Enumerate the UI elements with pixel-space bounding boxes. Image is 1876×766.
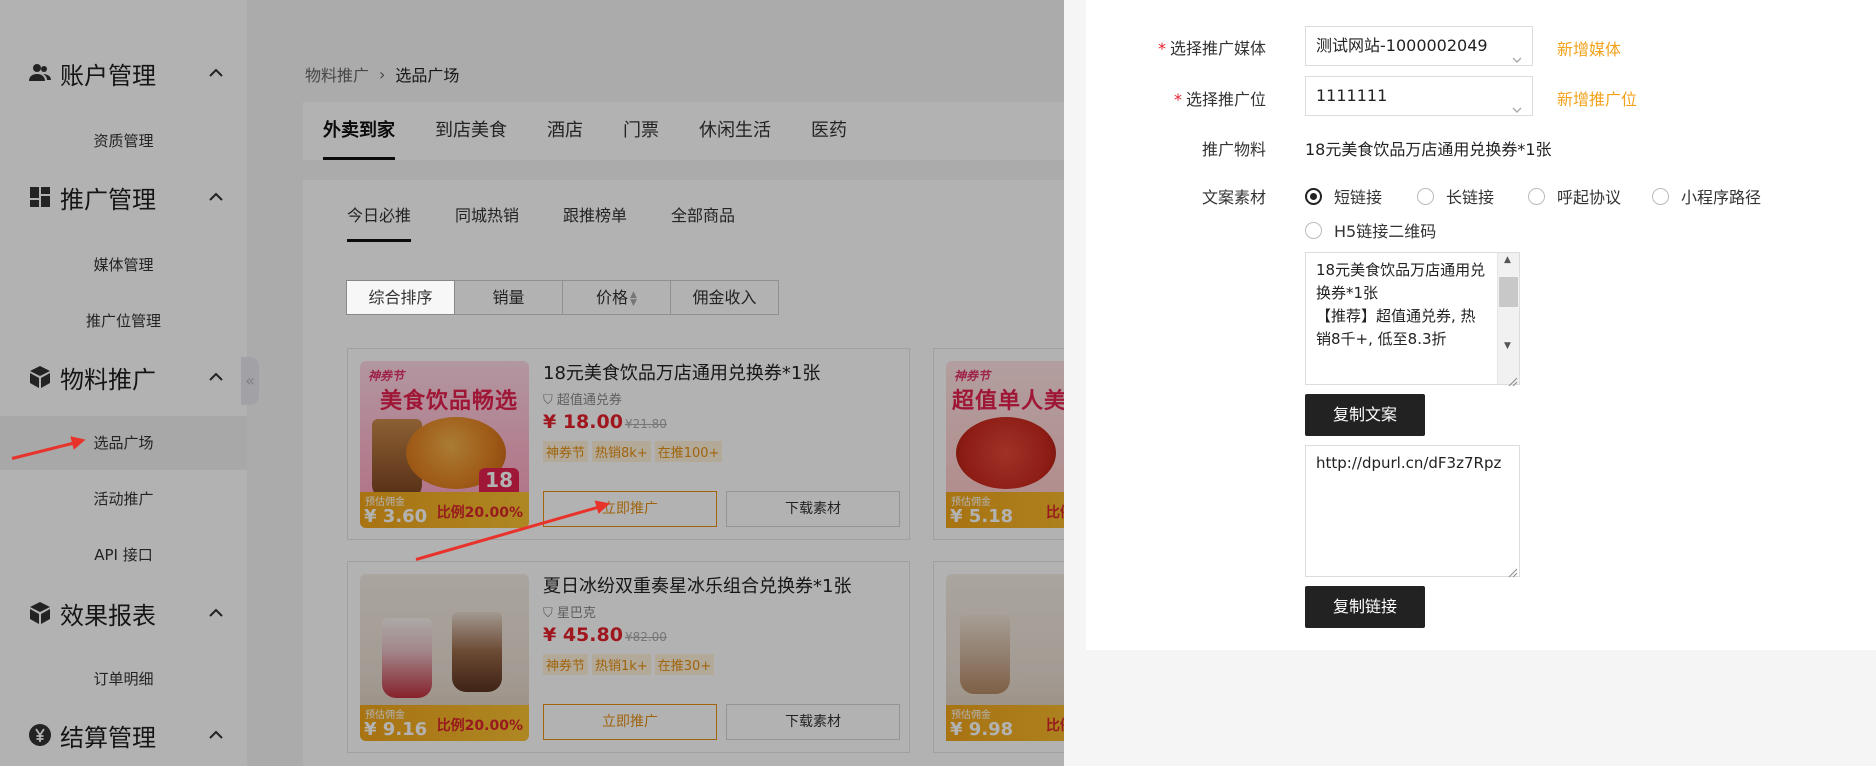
scroll-up-icon[interactable]: ▲ — [1504, 255, 1511, 265]
radio-miniprogram-path[interactable]: 小程序路径 — [1652, 184, 1761, 208]
material-label: 推广物料 — [1201, 140, 1266, 159]
radio-dot — [1305, 187, 1322, 205]
radio-h5-qrcode[interactable]: H5链接二维码 — [1305, 218, 1436, 242]
copy-link-button[interactable]: 复制链接 — [1305, 586, 1425, 628]
resize-handle-icon[interactable] — [1508, 372, 1518, 387]
promotion-form: * 选择推广媒体 测试网站-1000002049 新增媒体 * 选择推广位 1111… — [1086, 0, 1876, 650]
promotion-drawer: * 选择推广媒体 测试网站-1000002049 新增媒体 * 选择推广位 1111… — [1064, 0, 1876, 766]
radio-dot — [1305, 221, 1322, 239]
radio-short-link[interactable]: 短链接 — [1305, 184, 1382, 208]
add-slot-link[interactable]: 新增推广位 — [1557, 86, 1637, 110]
add-media-link[interactable]: 新增媒体 — [1557, 36, 1621, 60]
copy-text-button[interactable]: 复制文案 — [1305, 394, 1425, 436]
modal-backdrop[interactable] — [0, 0, 1064, 766]
slot-select[interactable]: 1111111 — [1305, 76, 1533, 116]
chevron-down-icon — [1512, 41, 1522, 63]
copy-label: 文案素材 — [1201, 188, 1266, 207]
scroll-thumb[interactable] — [1499, 277, 1518, 307]
media-label: * 选择推广媒体 — [1157, 39, 1266, 58]
resize-handle-icon[interactable] — [1508, 563, 1518, 578]
radio-dot — [1528, 187, 1545, 205]
copy-scrollbar[interactable]: ▲ ▼ — [1497, 253, 1519, 384]
slot-label: * 选择推广位 — [1173, 90, 1266, 109]
copy-text-area[interactable]: 18元美食饮品万店通用兑换券*1张 【推荐】超值通兑券, 热销8千+, 低至8.… — [1305, 252, 1520, 385]
radio-dot — [1417, 187, 1434, 205]
scroll-down-icon[interactable]: ▼ — [1504, 341, 1511, 351]
media-select[interactable]: 测试网站-1000002049 — [1305, 26, 1533, 66]
link-text-area[interactable]: http://dpurl.cn/dF3z7Rpz — [1305, 445, 1520, 577]
material-value: 18元美食饮品万店通用兑换券*1张 — [1305, 140, 1552, 159]
radio-dot — [1652, 187, 1669, 205]
sort-overall-button[interactable]: 综合排序 — [346, 280, 455, 315]
chevron-down-icon — [1512, 91, 1522, 113]
radio-long-link[interactable]: 长链接 — [1417, 184, 1494, 208]
radio-deeplink[interactable]: 呼起协议 — [1528, 184, 1621, 208]
